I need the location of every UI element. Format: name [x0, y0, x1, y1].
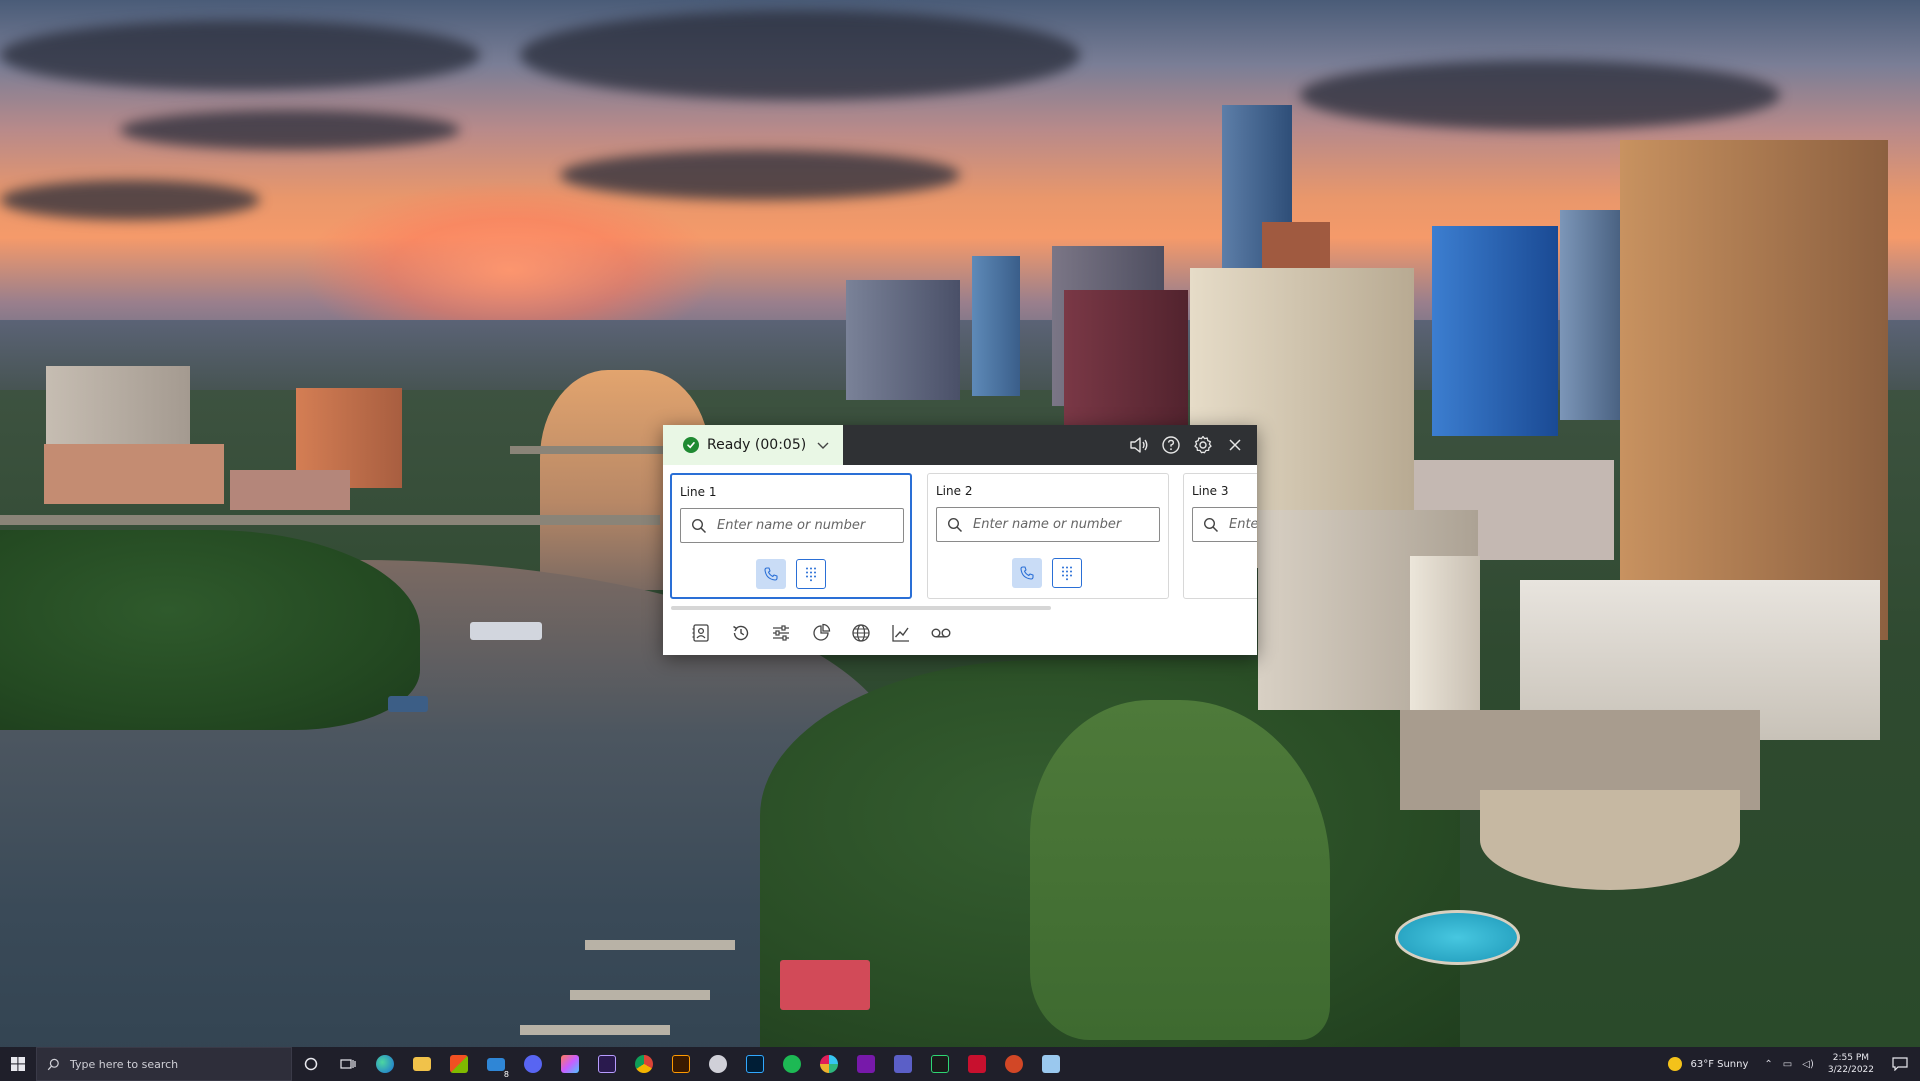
search-icon — [47, 1058, 59, 1070]
phone-icon — [764, 567, 778, 581]
app-icon-green[interactable] — [921, 1047, 958, 1081]
dialpad-icon — [806, 567, 816, 582]
close-icon[interactable] — [1219, 425, 1251, 465]
system-tray: 63°F Sunny ⌃ ▭ ◁) 2:55 PM 3/22/2022 — [1668, 1047, 1920, 1081]
chevron-down-icon — [817, 442, 829, 449]
chrome-icon[interactable] — [625, 1047, 662, 1081]
after-effects-icon[interactable] — [588, 1047, 625, 1081]
slack-icon[interactable] — [810, 1047, 847, 1081]
file-explorer-icon[interactable] — [403, 1047, 440, 1081]
task-view-icon[interactable] — [329, 1047, 366, 1081]
taskbar-search-box[interactable]: Type here to search — [36, 1047, 292, 1081]
network-icon[interactable]: ▭ — [1783, 1059, 1792, 1070]
dialpad-button[interactable] — [796, 559, 826, 589]
mail-badge: 8 — [503, 1070, 509, 1079]
search-icon — [691, 518, 707, 533]
weather-sun-icon[interactable] — [1668, 1057, 1683, 1071]
photoshop-icon[interactable] — [736, 1047, 773, 1081]
onenote-icon[interactable] — [847, 1047, 884, 1081]
teams-icon[interactable] — [884, 1047, 921, 1081]
help-icon[interactable] — [1155, 425, 1187, 465]
windows-start-button[interactable] — [0, 1047, 36, 1081]
illustrator-icon[interactable] — [662, 1047, 699, 1081]
call-button[interactable] — [756, 559, 786, 589]
app-icon-red[interactable] — [958, 1047, 995, 1081]
clock[interactable]: 2:55 PM 3/22/2022 — [1828, 1052, 1874, 1076]
edge-browser-icon[interactable] — [366, 1047, 403, 1081]
analytics-icon[interactable] — [881, 618, 921, 648]
notification-icon[interactable] — [1890, 1054, 1910, 1074]
call-button[interactable] — [1012, 558, 1042, 588]
taskbar: Type here to search 8 63°F Sunny ⌃ ▭ ◁) … — [0, 1047, 1920, 1081]
discord-icon[interactable] — [514, 1047, 551, 1081]
settings-sliders-icon[interactable] — [761, 618, 801, 648]
taskbar-search-placeholder: Type here to search — [70, 1057, 179, 1071]
phone-app-window: Ready (00:05) Line 1 Enter name or numbe… — [663, 425, 1257, 655]
store-icon[interactable] — [440, 1047, 477, 1081]
photos-icon[interactable] — [551, 1047, 588, 1081]
status-label: Ready (00:05) — [707, 437, 807, 453]
windows-logo-icon — [11, 1057, 25, 1071]
line-title: Line 1 — [680, 485, 717, 499]
line-card-3[interactable]: Line 3 — [1183, 473, 1257, 599]
cortana-icon[interactable] — [292, 1047, 329, 1081]
spotify-icon[interactable] — [773, 1047, 810, 1081]
search-field[interactable] — [1192, 507, 1257, 542]
line-title: Line 2 — [936, 484, 973, 498]
dialpad-button[interactable] — [1052, 558, 1082, 588]
dialpad-icon — [1062, 566, 1072, 581]
name-or-number-input[interactable] — [973, 517, 1153, 532]
check-icon — [683, 437, 699, 453]
search-field[interactable] — [936, 507, 1160, 542]
volume-icon[interactable]: ◁) — [1802, 1059, 1814, 1070]
contacts-icon[interactable] — [681, 618, 721, 648]
line-card-1[interactable]: Line 1 — [670, 473, 912, 599]
phone-icon — [1020, 566, 1034, 580]
powerpoint-icon[interactable] — [995, 1047, 1032, 1081]
line-title: Line 3 — [1192, 484, 1229, 498]
search-icon — [1203, 517, 1219, 532]
search-icon — [947, 517, 963, 532]
media-app-icon[interactable] — [699, 1047, 736, 1081]
reports-icon[interactable] — [801, 618, 841, 648]
line-card-2[interactable]: Line 2 — [927, 473, 1169, 599]
status-selector[interactable]: Ready (00:05) — [663, 425, 843, 465]
web-icon[interactable] — [841, 618, 881, 648]
title-bar: Ready (00:05) — [663, 425, 1257, 465]
history-icon[interactable] — [721, 618, 761, 648]
app-icon-blue[interactable] — [1032, 1047, 1069, 1081]
lines-panel: Line 1 Line 2 — [663, 465, 1257, 605]
clock-date: 3/22/2022 — [1827, 1065, 1874, 1075]
name-or-number-input[interactable] — [1229, 517, 1257, 532]
name-or-number-input[interactable] — [717, 518, 897, 533]
clock-time: 2:55 PM — [1832, 1053, 1870, 1063]
voicemail-icon[interactable] — [921, 618, 961, 648]
bottom-toolbar — [681, 618, 961, 648]
weather-text[interactable]: 63°F Sunny — [1690, 1059, 1748, 1070]
search-field[interactable] — [680, 508, 904, 543]
chevron-up-icon[interactable]: ⌃ — [1764, 1059, 1772, 1070]
speaker-icon[interactable] — [1123, 425, 1155, 465]
settings-icon[interactable] — [1187, 425, 1219, 465]
mail-icon[interactable]: 8 — [477, 1047, 514, 1081]
horizontal-scrollbar[interactable] — [671, 606, 1051, 610]
